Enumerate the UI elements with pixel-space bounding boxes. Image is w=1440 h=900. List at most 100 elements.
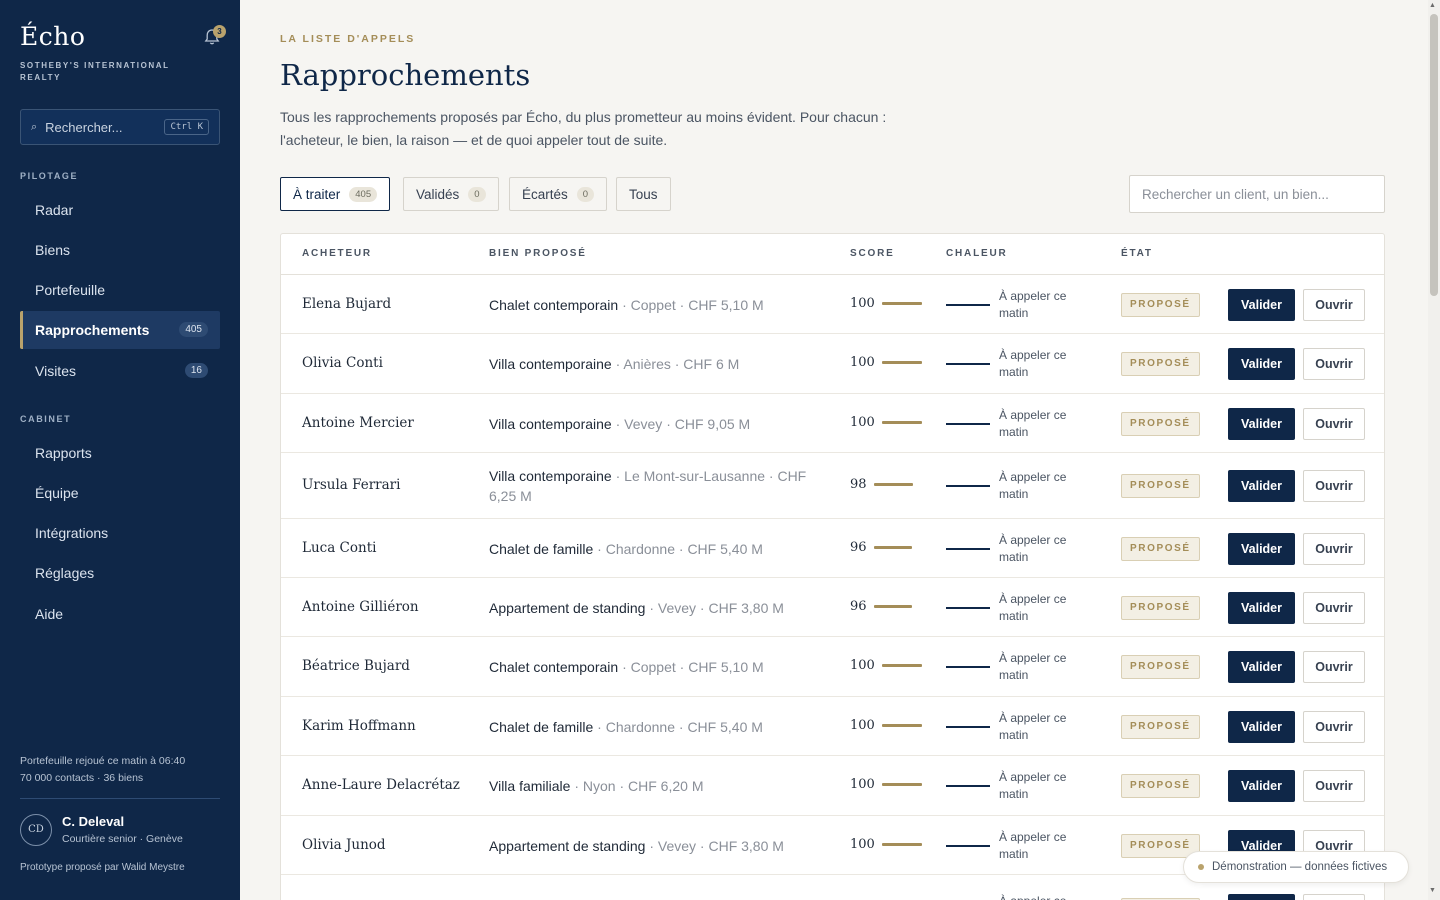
- open-button[interactable]: Ouvrir: [1303, 770, 1365, 802]
- buyer-name[interactable]: Elena Bujard: [302, 296, 391, 312]
- sidebar-item-rapports[interactable]: Rapports: [20, 434, 220, 472]
- sidebar-item-rapprochements[interactable]: Rapprochements 405: [20, 311, 220, 349]
- validate-button[interactable]: Valider: [1228, 894, 1295, 900]
- score-value: 100: [850, 295, 875, 311]
- proposed-property[interactable]: Chalet contemporain · Coppet · CHF 5,10 …: [489, 295, 829, 315]
- proposed-property[interactable]: Chalet de famille · Chardonne · CHF 5,40…: [489, 717, 829, 737]
- column-header-buyer[interactable]: ACHETEUR: [302, 248, 372, 259]
- avatar[interactable]: CD: [20, 814, 52, 846]
- proposed-property[interactable]: Villa contemporaine · Anières · CHF 6 M: [489, 354, 829, 374]
- proposed-property[interactable]: Chalet de famille · Chardonne · CHF 5,40…: [489, 539, 829, 559]
- buyer-name[interactable]: Béatrice Bujard: [302, 658, 410, 674]
- sidebar-search-input[interactable]: ⌕ Rechercher... Ctrl K: [20, 109, 220, 145]
- score-bar: [881, 361, 922, 364]
- search-icon: ⌕: [31, 120, 38, 133]
- open-button[interactable]: Ouvrir: [1303, 591, 1365, 624]
- property-details: · Nyon · CHF 6,20 M: [570, 778, 704, 794]
- open-button[interactable]: Ouvrir: [1303, 894, 1365, 900]
- buyer-name[interactable]: Olivia Junod: [302, 837, 386, 853]
- column-header-property[interactable]: BIEN PROPOSÉ: [489, 248, 587, 259]
- heat-indicator: À appeler ce: [946, 893, 1089, 900]
- validate-button[interactable]: Valider: [1228, 591, 1295, 624]
- filter-valides[interactable]: Validés 0: [403, 177, 499, 211]
- filter-a-traiter[interactable]: À traiter 405: [280, 177, 391, 211]
- table-row[interactable]: Ursula Ferrari Villa contemporaine · Le M…: [281, 453, 1384, 519]
- buyer-name[interactable]: Antoine Gilliéron: [302, 599, 419, 615]
- sidebar-item-label: Biens: [35, 242, 71, 258]
- filter-ecartes[interactable]: Écartés 0: [509, 177, 608, 211]
- sidebar-item-reglages[interactable]: Réglages: [20, 554, 220, 592]
- open-button[interactable]: Ouvrir: [1303, 348, 1365, 380]
- filter-label: Tous: [629, 186, 658, 202]
- filter-tous[interactable]: Tous: [616, 177, 671, 211]
- brand-logo[interactable]: Écho: [20, 22, 85, 51]
- property-name: Villa contemporaine: [489, 415, 612, 432]
- scroll-down-icon[interactable]: ▼: [1429, 887, 1436, 894]
- table-row[interactable]: Olivia Conti Villa contemporaine · Anière…: [281, 334, 1384, 394]
- user-role: Courtière senior · Genève: [62, 833, 183, 845]
- table-row[interactable]: Luca Conti Chalet de famille · Chardonne …: [281, 519, 1384, 578]
- table-row[interactable]: Béatrice Bujard Chalet contemporain · Cop…: [281, 637, 1384, 697]
- score-value: 96: [850, 598, 867, 614]
- validate-button[interactable]: Valider: [1228, 532, 1295, 565]
- sidebar-item-radar[interactable]: Radar: [20, 191, 220, 229]
- heat-label: À appeler ce matin: [999, 651, 1067, 682]
- sidebar-item-equipe[interactable]: Équipe: [20, 474, 220, 512]
- validate-button[interactable]: Valider: [1228, 348, 1295, 380]
- score-bar: [881, 723, 922, 727]
- validate-button[interactable]: Valider: [1228, 407, 1295, 440]
- portfolio-status-line: Portefeuille rejoué ce matin à 06:40: [20, 755, 186, 767]
- buyer-name[interactable]: Olivia Conti: [302, 355, 383, 371]
- proposed-property[interactable]: Villa contemporaine · Vevey · CHF 9,05 M: [489, 414, 829, 434]
- client-search-input[interactable]: [1129, 175, 1385, 213]
- table-row[interactable]: Karim Hoffmann Chalet de famille · Chardo…: [281, 697, 1384, 756]
- buyer-name[interactable]: Karim Hoffmann: [302, 718, 416, 734]
- property-name: Villa familiale: [489, 778, 571, 794]
- sidebar-item-aide[interactable]: Aide: [20, 595, 220, 633]
- open-button[interactable]: Ouvrir: [1303, 710, 1365, 743]
- column-header-score[interactable]: SCORE: [850, 248, 895, 259]
- open-button[interactable]: Ouvrir: [1303, 407, 1365, 440]
- column-header-heat[interactable]: CHALEUR: [946, 248, 1008, 259]
- open-button[interactable]: Ouvrir: [1303, 288, 1365, 321]
- buyer-name[interactable]: Anne-Laure Delacrétaz: [302, 777, 460, 793]
- validate-button[interactable]: Valider: [1228, 710, 1295, 743]
- proposed-property[interactable]: Villa contemporaine · Le Mont-sur-Lausan…: [489, 466, 829, 506]
- scrollbar-thumb[interactable]: [1430, 14, 1438, 296]
- sidebar-item-biens[interactable]: Biens: [20, 231, 220, 269]
- table-row[interactable]: Elena Bujard Chalet contemporain · Coppet…: [281, 275, 1384, 334]
- validate-button[interactable]: Valider: [1228, 770, 1295, 802]
- column-header-status[interactable]: ÉTAT: [1121, 248, 1153, 259]
- filter-count: 0: [576, 186, 595, 202]
- demo-notice-label: Démonstration — données fictives: [1212, 861, 1388, 873]
- open-button[interactable]: Ouvrir: [1303, 651, 1365, 683]
- validate-button[interactable]: Valider: [1228, 288, 1295, 321]
- sidebar-item-label: Réglages: [35, 565, 95, 581]
- score-bar: [873, 604, 912, 608]
- open-button[interactable]: Ouvrir: [1303, 532, 1365, 565]
- score-value: 96: [850, 539, 867, 555]
- open-button[interactable]: Ouvrir: [1303, 470, 1365, 502]
- buyer-name[interactable]: Ursula Ferrari: [302, 477, 400, 493]
- table-row[interactable]: Antoine Gilliéron Appartement de standing…: [281, 578, 1384, 637]
- heat-label: À appeler ce matin: [999, 288, 1067, 320]
- scroll-up-icon[interactable]: ▲: [1429, 2, 1436, 9]
- sidebar-item-portefeuille[interactable]: Portefeuille: [20, 271, 220, 309]
- heat-bar: [946, 666, 990, 668]
- proposed-property[interactable]: Appartement de standing · Vevey · CHF 3,…: [489, 836, 829, 856]
- sidebar-item-label: Rapprochements: [35, 322, 150, 338]
- buyer-name[interactable]: Luca Conti: [302, 540, 376, 556]
- table-row[interactable]: Antoine Mercier Villa contemporaine · Vev…: [281, 394, 1384, 453]
- validate-button[interactable]: Valider: [1228, 470, 1295, 502]
- proposed-property[interactable]: Villa familiale · Nyon · CHF 6,20 M: [489, 776, 829, 796]
- filter-count: 405: [349, 186, 378, 202]
- score-bar: [881, 420, 922, 424]
- table-row[interactable]: Anne-Laure Delacrétaz Villa familiale · N…: [281, 756, 1384, 816]
- sidebar-item-visites[interactable]: Visites 16: [20, 352, 220, 390]
- heat-indicator: À appeler ce matin: [946, 288, 1089, 322]
- proposed-property[interactable]: Appartement de standing · Vevey · CHF 3,…: [489, 598, 829, 618]
- sidebar-item-integrations[interactable]: Intégrations: [20, 514, 220, 552]
- buyer-name[interactable]: Antoine Mercier: [302, 415, 414, 431]
- validate-button[interactable]: Valider: [1228, 651, 1295, 683]
- proposed-property[interactable]: Chalet contemporain · Coppet · CHF 5,10 …: [489, 657, 829, 677]
